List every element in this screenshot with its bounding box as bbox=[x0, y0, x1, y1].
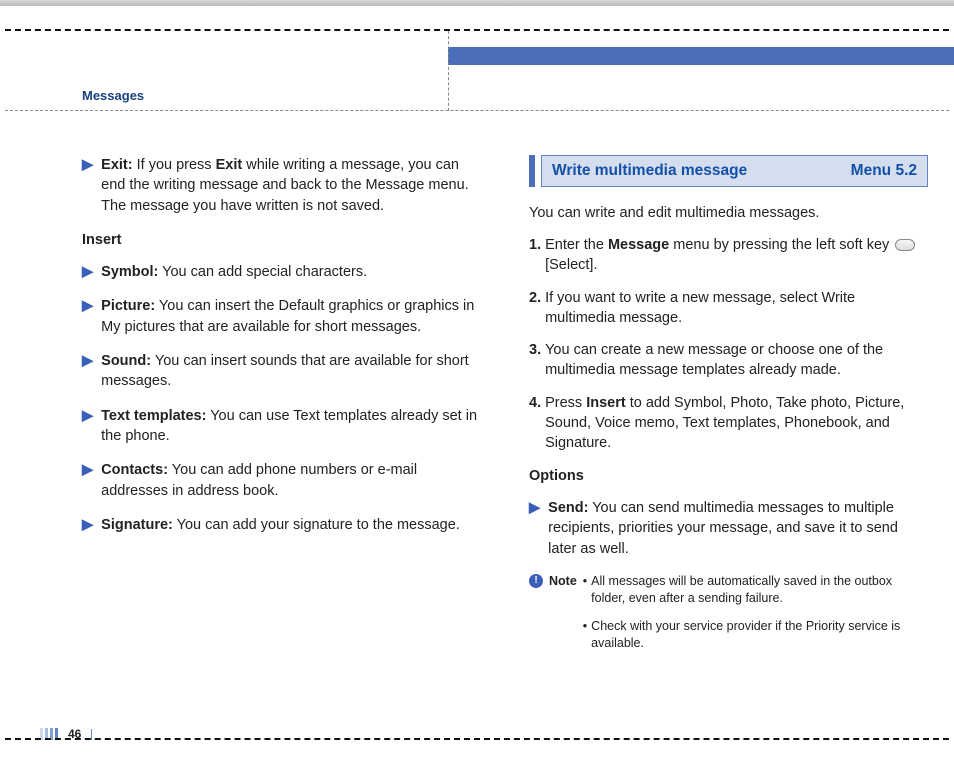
bold-fragment: Message bbox=[608, 237, 669, 253]
list-item-text: Exit: If you press Exit while writing a … bbox=[101, 155, 481, 216]
item-label: Symbol: bbox=[101, 264, 158, 280]
text-fragment: [Select]. bbox=[545, 257, 597, 273]
step-text: If you want to write a new message, sele… bbox=[545, 288, 928, 329]
list-item-exit: ▶ Exit: If you press Exit while writing … bbox=[82, 155, 481, 216]
info-icon: ! bbox=[529, 574, 543, 588]
section-menu-ref: Menu 5.2 bbox=[851, 160, 917, 182]
text-fragment: You can add special characters. bbox=[158, 264, 367, 280]
list-item-text: Symbol: You can add special characters. bbox=[101, 262, 481, 282]
chevron-right-icon: ▶ bbox=[82, 296, 93, 337]
note-label: Note bbox=[549, 573, 577, 663]
item-label: Sound: bbox=[101, 353, 151, 369]
step-text: You can create a new message or choose o… bbox=[545, 340, 928, 381]
section-title-text: Write multimedia message bbox=[552, 160, 747, 182]
list-item-text: Picture: You can insert the Default grap… bbox=[101, 296, 481, 337]
list-item: ▶ Picture: You can insert the Default gr… bbox=[82, 296, 481, 337]
item-label: Picture: bbox=[101, 298, 155, 314]
list-item-text: Sound: You can insert sounds that are av… bbox=[101, 351, 481, 392]
insert-heading: Insert bbox=[82, 230, 481, 250]
chevron-right-icon: ▶ bbox=[82, 155, 93, 216]
step-number: 1. bbox=[529, 235, 541, 276]
title-body: Write multimedia message Menu 5.2 bbox=[541, 155, 928, 187]
chevron-right-icon: ▶ bbox=[82, 351, 93, 392]
step-item: 1. Enter the Message menu by pressing th… bbox=[529, 235, 928, 276]
note-block: ! Note •All messages will be automatical… bbox=[529, 573, 928, 663]
header-blue-bar bbox=[448, 47, 954, 65]
section-header: Messages bbox=[82, 88, 144, 103]
content-columns: ▶ Exit: If you press Exit while writing … bbox=[82, 155, 928, 663]
list-item-text: Contacts: You can add phone numbers or e… bbox=[101, 460, 481, 501]
bullet-icon: • bbox=[583, 573, 587, 608]
column-divider-dash bbox=[448, 31, 449, 111]
text-fragment: Press bbox=[545, 395, 586, 411]
list-item: ▶ Symbol: You can add special characters… bbox=[82, 262, 481, 282]
text-fragment: If you press bbox=[133, 157, 216, 173]
note-text: All messages will be automatically saved… bbox=[591, 573, 928, 608]
step-number: 3. bbox=[529, 340, 541, 381]
note-text: Check with your service provider if the … bbox=[591, 618, 928, 653]
item-key: Exit bbox=[216, 157, 243, 173]
item-label: Signature: bbox=[101, 517, 173, 533]
item-label: Contacts: bbox=[101, 462, 168, 478]
header-underline bbox=[5, 110, 949, 111]
note-item: •All messages will be automatically save… bbox=[583, 573, 928, 608]
text-fragment: You can insert sounds that are available… bbox=[101, 353, 469, 389]
title-marker-icon bbox=[529, 155, 535, 187]
chevron-right-icon: ▶ bbox=[82, 406, 93, 447]
step-number: 2. bbox=[529, 288, 541, 329]
step-number: 4. bbox=[529, 393, 541, 454]
note-bullets: •All messages will be automatically save… bbox=[583, 573, 928, 663]
left-column: ▶ Exit: If you press Exit while writing … bbox=[82, 155, 481, 663]
bullet-icon: • bbox=[583, 618, 587, 653]
intro-text: You can write and edit multimedia messag… bbox=[529, 203, 928, 223]
list-item-text: Signature: You can add your signature to… bbox=[101, 515, 481, 535]
note-item: •Check with your service provider if the… bbox=[583, 618, 928, 653]
bold-fragment: Insert bbox=[586, 395, 626, 411]
list-item: ▶ Signature: You can add your signature … bbox=[82, 515, 481, 535]
list-item: ▶ Text templates: You can use Text templ… bbox=[82, 406, 481, 447]
text-fragment: menu by pressing the left soft key bbox=[669, 237, 893, 253]
step-text: Press Insert to add Symbol, Photo, Take … bbox=[545, 393, 928, 454]
right-column: Write multimedia message Menu 5.2 You ca… bbox=[529, 155, 928, 663]
chevron-right-icon: ▶ bbox=[82, 515, 93, 535]
options-heading: Options bbox=[529, 466, 928, 486]
section-title: Write multimedia message Menu 5.2 bbox=[529, 155, 928, 187]
top-gradient-bar bbox=[0, 0, 954, 6]
list-item: ▶ Contacts: You can add phone numbers or… bbox=[82, 460, 481, 501]
text-fragment: You can add your signature to the messag… bbox=[173, 517, 460, 533]
item-label: Exit: bbox=[101, 157, 132, 173]
list-item-text: Text templates: You can use Text templat… bbox=[101, 406, 481, 447]
text-fragment: You can send multimedia messages to mult… bbox=[548, 500, 898, 557]
step-item: 4. Press Insert to add Symbol, Photo, Ta… bbox=[529, 393, 928, 454]
list-item-send: ▶ Send: You can send multimedia messages… bbox=[529, 498, 928, 559]
step-item: 2. If you want to write a new message, s… bbox=[529, 288, 928, 329]
page-border-top bbox=[5, 29, 949, 31]
list-item: ▶ Sound: You can insert sounds that are … bbox=[82, 351, 481, 392]
item-label: Send: bbox=[548, 500, 588, 516]
text-fragment: Enter the bbox=[545, 237, 608, 253]
list-item-text: Send: You can send multimedia messages t… bbox=[548, 498, 928, 559]
soft-key-icon bbox=[895, 239, 915, 251]
step-text: Enter the Message menu by pressing the l… bbox=[545, 235, 928, 276]
chevron-right-icon: ▶ bbox=[529, 498, 540, 559]
text-fragment: You can insert the Default graphics or g… bbox=[101, 298, 474, 334]
item-label: Text templates: bbox=[101, 408, 206, 424]
page-border-bottom bbox=[5, 738, 949, 740]
chevron-right-icon: ▶ bbox=[82, 460, 93, 501]
step-item: 3. You can create a new message or choos… bbox=[529, 340, 928, 381]
chevron-right-icon: ▶ bbox=[82, 262, 93, 282]
